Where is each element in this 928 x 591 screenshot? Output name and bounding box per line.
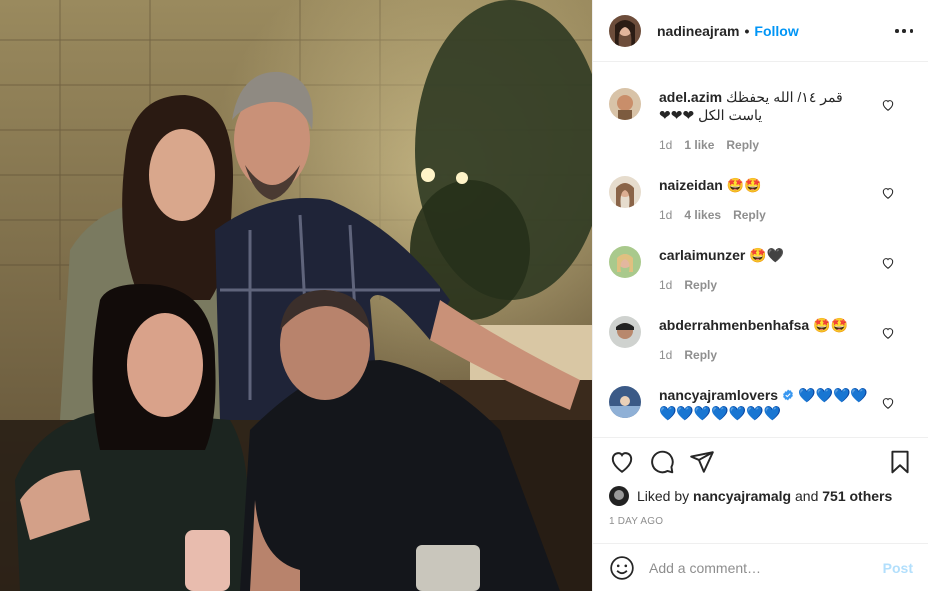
comment-username[interactable]: carlaimunzer <box>659 247 745 263</box>
commenter-avatar[interactable] <box>609 88 641 120</box>
comment-text: 🤩🖤 <box>749 247 785 263</box>
commenter-avatar[interactable] <box>609 386 641 418</box>
comment-likes[interactable]: 1 like <box>684 138 714 152</box>
bookmark-icon[interactable] <box>887 449 913 475</box>
author-username[interactable]: nadineajram <box>657 23 739 39</box>
follow-button[interactable]: Follow <box>754 23 798 39</box>
comment-text: 🤩🤩 <box>813 317 849 333</box>
comment-item: adel.azim قمر ١٤/ الله يحفظك ياست الكل ❤❤… <box>609 88 913 152</box>
comment-likes[interactable]: 4 likes <box>684 208 721 222</box>
comment-item: abderrahmenbenhafsa 🤩🤩 1d Reply <box>609 316 913 362</box>
likes-others-link[interactable]: 751 others <box>822 488 892 504</box>
action-bar <box>609 449 913 477</box>
heart-icon[interactable] <box>881 326 895 340</box>
author-avatar[interactable] <box>609 14 641 47</box>
likes-prefix: Liked by <box>637 488 690 504</box>
comment-input[interactable] <box>649 559 883 576</box>
commenter-avatar[interactable] <box>609 316 641 348</box>
post-timestamp[interactable]: 1 day ago <box>609 516 663 527</box>
comment-item: naizeidan 🤩🤩 1d 4 likes Reply <box>609 176 913 222</box>
comment-text: 🤩🤩 <box>726 177 762 193</box>
add-comment-bar: Post <box>593 543 928 591</box>
comment-item: nancyajramlovers 💙💙💙💙💙💙💙💙💙💙💙 <box>609 386 913 422</box>
comment-time[interactable]: 1d <box>659 208 672 222</box>
comment-username[interactable]: nancyajramlovers <box>659 387 778 403</box>
photo-illustration <box>0 0 592 591</box>
liker-username[interactable]: nancyajramalg <box>693 488 791 504</box>
post-header: nadineajram • Follow <box>593 0 928 62</box>
commenter-avatar[interactable] <box>609 246 641 278</box>
more-icon[interactable] <box>895 22 913 40</box>
comments-list[interactable]: adel.azim قمر ١٤/ الله يحفظك ياست الكل ❤❤… <box>593 64 928 436</box>
comment-icon[interactable] <box>649 449 675 475</box>
reply-button[interactable]: Reply <box>684 348 717 362</box>
heart-icon[interactable] <box>881 98 895 112</box>
comment-item: carlaimunzer 🤩🖤 1d Reply <box>609 246 913 292</box>
reply-button[interactable]: Reply <box>726 138 759 152</box>
comment-time[interactable]: 1d <box>659 138 672 152</box>
verified-icon <box>783 389 794 401</box>
comment-username[interactable]: adel.azim <box>659 89 722 105</box>
post-side-panel: nadineajram • Follow adel.azim قمر ١٤/ ال… <box>592 0 928 591</box>
emoji-icon[interactable] <box>609 555 635 581</box>
liker-avatar[interactable] <box>609 486 629 506</box>
commenter-avatar[interactable] <box>609 176 641 208</box>
heart-icon[interactable] <box>881 186 895 200</box>
heart-icon[interactable] <box>881 256 895 270</box>
likes-summary: Liked by nancyajramalg and 751 others <box>609 485 892 507</box>
separator-dot: • <box>744 22 750 39</box>
likes-and: and <box>795 488 819 504</box>
reply-button[interactable]: Reply <box>733 208 766 222</box>
comment-username[interactable]: abderrahmenbenhafsa <box>659 317 809 333</box>
divider <box>593 437 928 438</box>
comment-time[interactable]: 1d <box>659 278 672 292</box>
share-icon[interactable] <box>689 449 715 475</box>
reply-button[interactable]: Reply <box>684 278 717 292</box>
comment-username[interactable]: naizeidan <box>659 177 723 193</box>
post-comment-button[interactable]: Post <box>883 560 913 576</box>
heart-icon[interactable] <box>881 396 895 410</box>
comment-time[interactable]: 1d <box>659 348 672 362</box>
post-photo[interactable] <box>0 0 592 591</box>
heart-icon[interactable] <box>609 449 635 475</box>
